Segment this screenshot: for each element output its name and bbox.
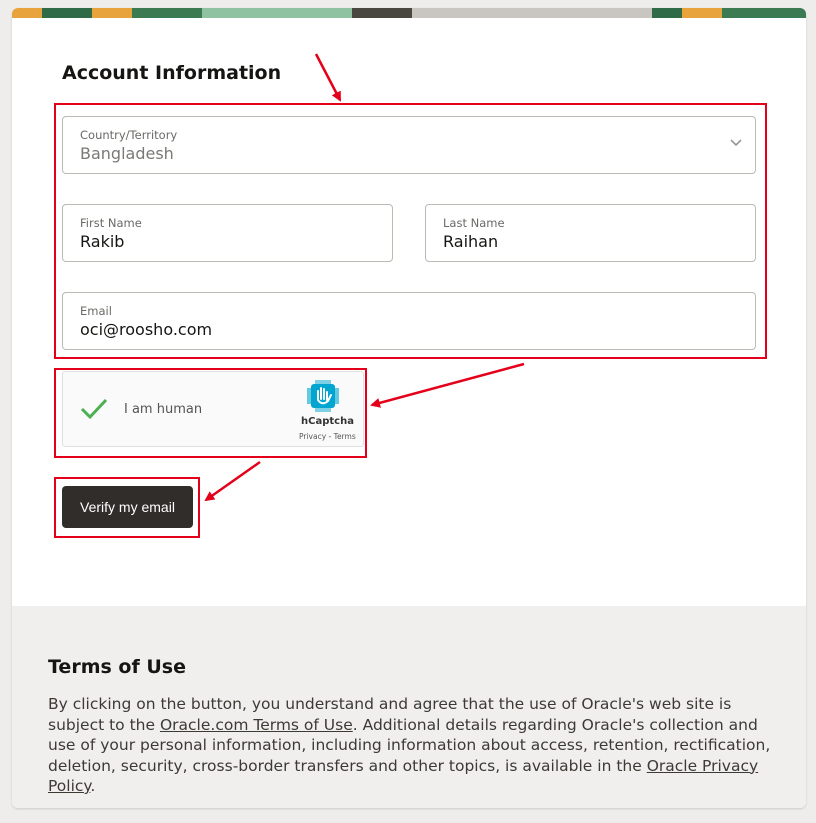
arrow-to-form [314, 53, 342, 102]
arrow-to-button [204, 460, 261, 502]
arrow-to-captcha [370, 362, 525, 408]
annotation-arrows [204, 53, 525, 502]
